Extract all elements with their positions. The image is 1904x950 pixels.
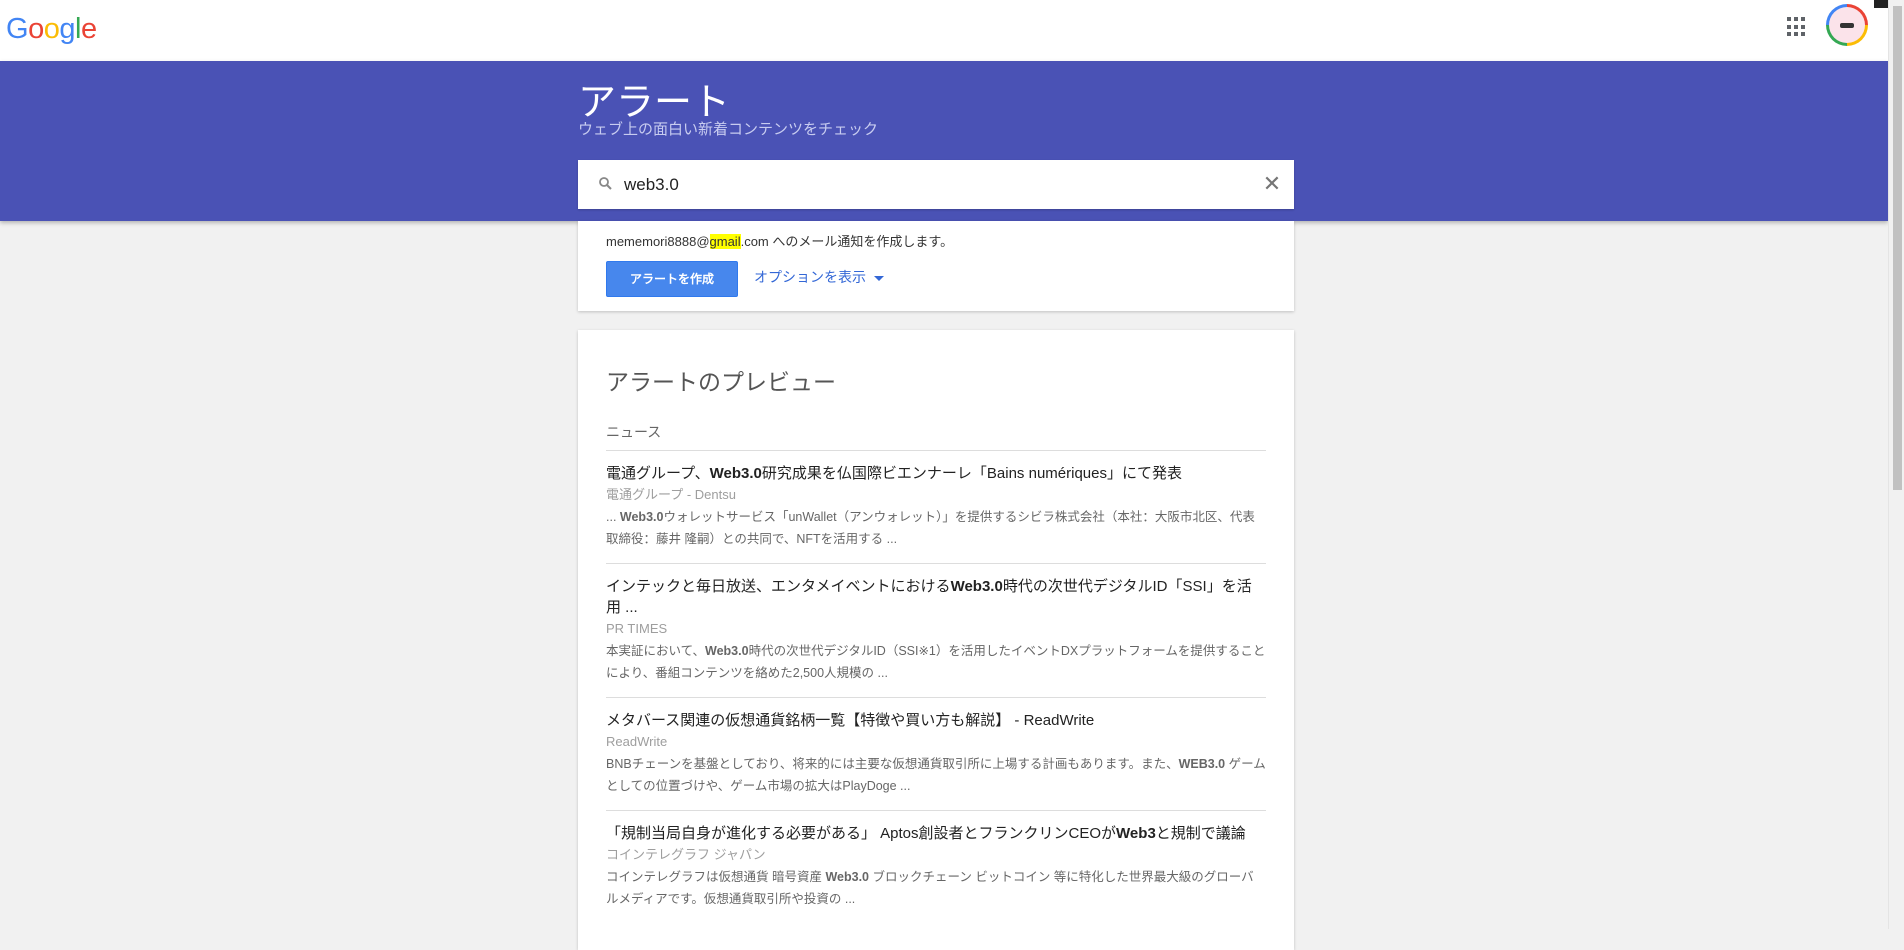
close-icon[interactable]: ✕ [1260, 172, 1284, 196]
news-result-title-link[interactable]: 「規制当局自身が進化する必要がある」 Aptos創設者とフランクリンCEOがWe… [606, 823, 1266, 844]
news-result-title-link[interactable]: インテックと毎日放送、エンタメイベントにおけるWeb3.0時代の次世代デジタルI… [606, 576, 1266, 618]
news-result-snippet: ... Web3.0ウォレットサービス「unWallet（アンウォレット）」を提… [606, 510, 1255, 546]
page-subtitle: ウェブ上の面白い新着コンテンツをチェック [578, 121, 879, 138]
create-alert-card: mememori8888@gmail.com へのメール通知を作成します。 アラ… [578, 221, 1294, 311]
news-result-source: 電通グループ - Dentsu [606, 487, 736, 502]
email-highlight: gmail [709, 234, 741, 249]
news-result-title-link[interactable]: 電通グループ、Web3.0研究成果を仏国際ビエンナーレ「Bains numéri… [606, 463, 1266, 484]
news-result-snippet: 本実証において、Web3.0時代の次世代デジタルID（SSI※1）を活用したイベ… [606, 644, 1266, 680]
preview-title: アラートのプレビュー [606, 369, 836, 395]
create-alert-button[interactable]: アラートを作成 [606, 261, 738, 297]
alerts-header-band: アラート ウェブ上の面白い新着コンテンツをチェック ✕ [0, 61, 1888, 221]
scrollbar-thumb[interactable] [1893, 6, 1902, 490]
logo-letter: e [80, 13, 97, 45]
account-avatar[interactable] [1826, 4, 1868, 46]
alert-search-box[interactable]: ✕ [578, 160, 1294, 209]
alert-query-input[interactable] [622, 170, 1226, 200]
news-result-title-link[interactable]: メタバース関連の仮想通貨銘柄一覧【特徴や買い方も解説】 - ReadWrite [606, 710, 1266, 731]
corner-marker [1874, 0, 1888, 8]
news-result-source: PR TIMES [606, 621, 668, 636]
show-options-link[interactable]: オプションを表示 [754, 267, 884, 287]
google-logo[interactable]: Google [6, 13, 97, 46]
show-options-label: オプションを表示 [754, 269, 866, 285]
news-result: メタバース関連の仮想通貨銘柄一覧【特徴や買い方も解説】 - ReadWrite R… [606, 698, 1266, 811]
news-result: 「規制当局自身が進化する必要がある」 Aptos創設者とフランクリンCEOがWe… [606, 811, 1266, 923]
news-result-source: ReadWrite [606, 734, 668, 749]
email-notice: mememori8888@gmail.com へのメール通知を作成します。 [606, 231, 953, 250]
news-result-source: コインテレグラフ ジャパン [606, 847, 766, 862]
email-prefix: mememori8888@ [606, 234, 710, 249]
top-bar: Google [0, 0, 1888, 61]
email-suffix: .com へのメール通知を作成します。 [740, 234, 954, 249]
logo-letter: G [6, 13, 29, 45]
logo-letter: g [59, 13, 75, 45]
logo-letter: o [28, 13, 44, 45]
logo-letter: o [43, 13, 60, 45]
apps-grid-icon[interactable] [1787, 17, 1807, 37]
alert-preview-card: アラートのプレビュー ニュース 電通グループ、Web3.0研究成果を仏国際ビエン… [578, 330, 1294, 950]
caret-down-icon [874, 275, 884, 281]
preview-results-list: 電通グループ、Web3.0研究成果を仏国際ビエンナーレ「Bains numéri… [606, 451, 1266, 923]
avatar-image [1829, 7, 1865, 43]
news-result-snippet: BNBチェーンを基盤としており、将来的には主要な仮想通貨取引所に上場する計画もあ… [606, 757, 1266, 793]
news-result-snippet: コインテレグラフは仮想通貨 暗号資産 Web3.0 ブロックチェーン ビットコイ… [606, 870, 1254, 906]
page-scrollbar[interactable] [1888, 0, 1904, 929]
news-result: 電通グループ、Web3.0研究成果を仏国際ビエンナーレ「Bains numéri… [606, 451, 1266, 564]
search-icon [599, 177, 612, 190]
news-result: インテックと毎日放送、エンタメイベントにおけるWeb3.0時代の次世代デジタルI… [606, 564, 1266, 698]
news-section-label: ニュース [606, 424, 662, 440]
